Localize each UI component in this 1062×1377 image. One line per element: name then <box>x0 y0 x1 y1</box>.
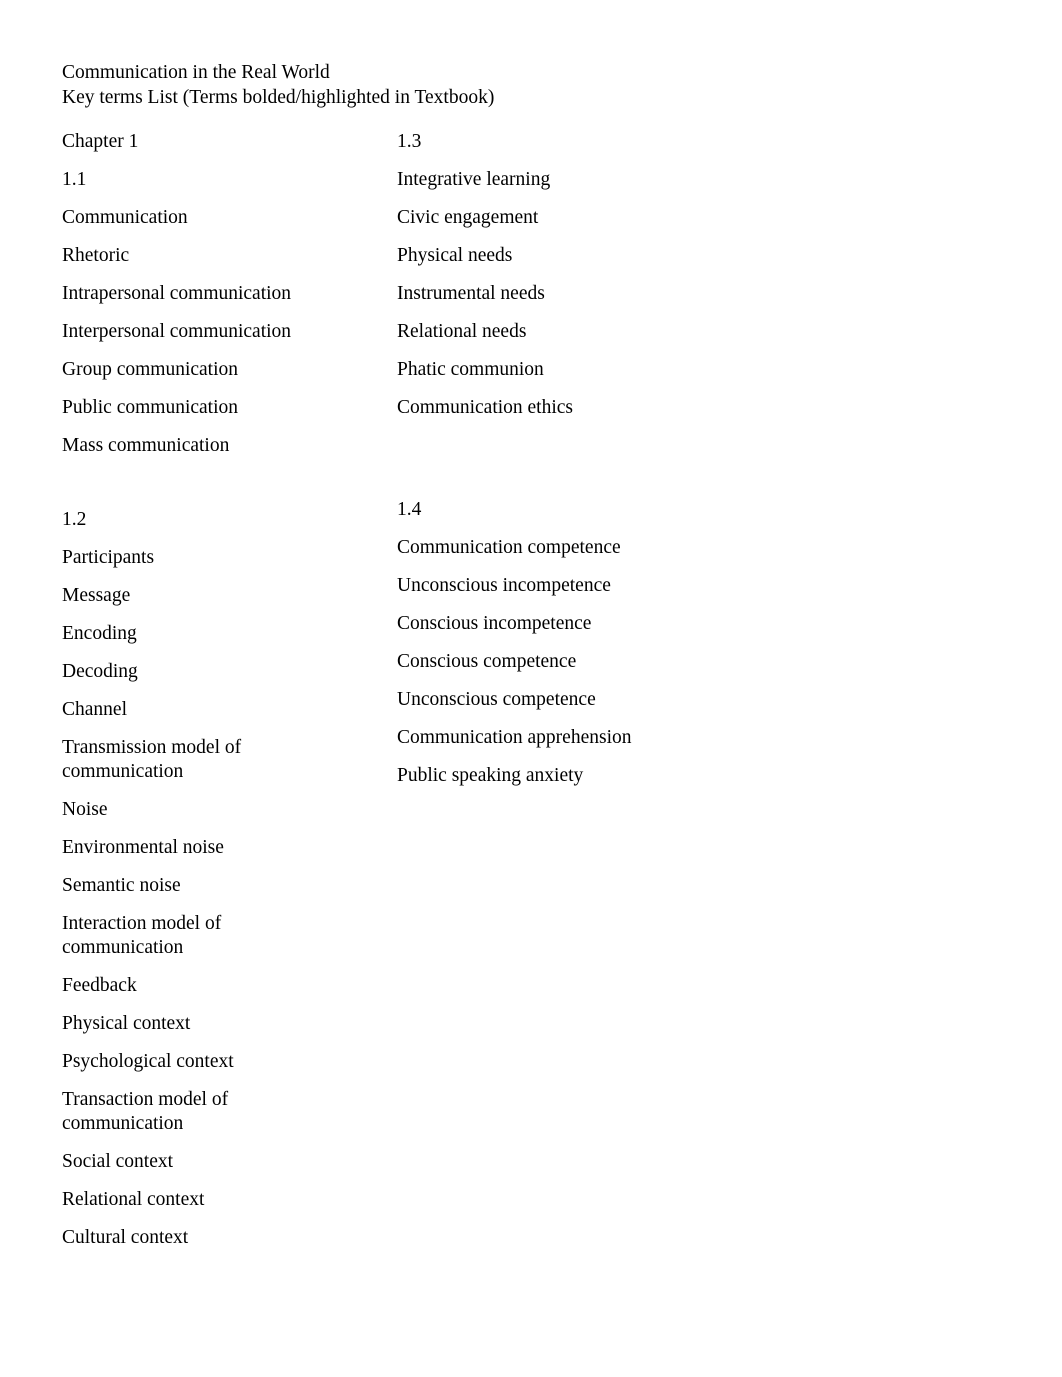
term-item: Intrapersonal communication <box>62 283 292 304</box>
term-item: Conscious incompetence <box>397 613 592 634</box>
term-item: Relational context <box>62 1189 205 1210</box>
term-item: Unconscious competence <box>397 689 596 710</box>
document-page: Communication in the Real World Key term… <box>0 0 1062 1377</box>
section-heading-1-1: 1.1 <box>62 169 87 190</box>
term-item: Interaction model of communication <box>62 913 227 958</box>
document-title-line-1: Communication in the Real World <box>62 62 330 83</box>
term-item: Channel <box>62 699 127 720</box>
term-item: Relational needs <box>397 321 527 342</box>
term-item: Communication ethics <box>397 397 574 418</box>
section-heading-1-4: 1.4 <box>397 499 422 520</box>
section-heading-1-2: 1.2 <box>62 509 87 530</box>
term-item: Cultural context <box>62 1227 189 1248</box>
term-item: Social context <box>62 1151 174 1172</box>
term-item: Communication <box>62 207 188 228</box>
term-item: Rhetoric <box>62 245 130 266</box>
term-item: Instrumental needs <box>397 283 545 304</box>
term-item: Noise <box>62 799 108 820</box>
term-item: Integrative learning <box>397 169 551 190</box>
term-item: Feedback <box>62 975 137 996</box>
document-header: Communication in the Real World Key term… <box>62 60 962 110</box>
term-item: Interpersonal communication <box>62 321 292 342</box>
section-heading-1-3: 1.3 <box>397 131 422 152</box>
term-item: Participants <box>62 547 155 568</box>
term-item: Physical context <box>62 1013 191 1034</box>
chapter-heading: Chapter 1 <box>62 131 139 152</box>
term-item: Public communication <box>62 397 239 418</box>
term-item: Unconscious incompetence <box>397 575 611 596</box>
term-item: Semantic noise <box>62 875 181 896</box>
term-item: Encoding <box>62 623 137 644</box>
term-item: Transaction model of communication <box>62 1089 233 1134</box>
term-item: Transmission model of communication <box>62 737 247 782</box>
term-item: Civic engagement <box>397 207 539 228</box>
term-item: Group communication <box>62 359 239 380</box>
term-item: Conscious competence <box>397 651 577 672</box>
term-item: Mass communication <box>62 435 230 456</box>
term-item: Physical needs <box>397 245 513 266</box>
term-item: Decoding <box>62 661 138 682</box>
term-item: Message <box>62 585 131 606</box>
term-item: Psychological context <box>62 1051 234 1072</box>
left-column: Chapter 1 1.1 Communication Rhetoric Int… <box>62 130 392 1264</box>
term-item: Communication apprehension <box>397 727 632 748</box>
term-item: Environmental noise <box>62 837 224 858</box>
term-item: Phatic communion <box>397 359 544 380</box>
right-column: 1.3 Integrative learning Civic engagemen… <box>397 130 797 802</box>
document-subtitle-line-2: Key terms List (Terms bolded/highlighted… <box>62 87 495 108</box>
term-item: Public speaking anxiety <box>397 765 584 786</box>
term-item: Communication competence <box>397 537 621 558</box>
